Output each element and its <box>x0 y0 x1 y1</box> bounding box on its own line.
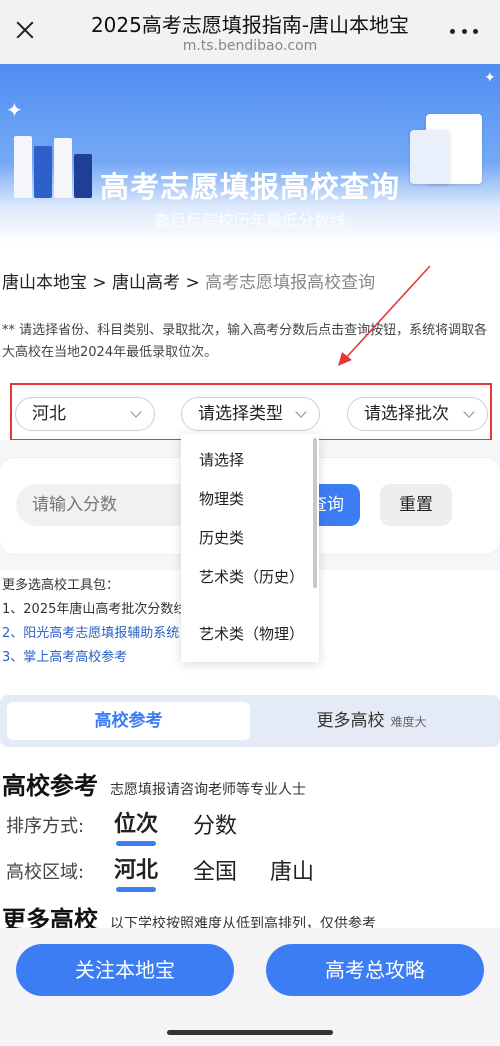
breadcrumb: 唐山本地宝 > 唐山高考 > 高考志愿填报高校查询 <box>2 268 375 293</box>
sort-option-rank[interactable]: 位次 <box>114 806 158 846</box>
region-option-hebei[interactable]: 河北 <box>114 852 158 892</box>
breadcrumb-separator: > <box>87 273 113 293</box>
batch-select-value: 请选择批次 <box>364 404 449 424</box>
type-select[interactable]: 请选择类型 <box>181 397 320 431</box>
close-icon[interactable] <box>10 14 42 46</box>
region-option-national[interactable]: 全国 <box>193 854 237 886</box>
home-indicator[interactable] <box>167 1030 333 1035</box>
dropdown-option[interactable]: 艺术类（历史） <box>199 567 304 587</box>
tool-link-batch-score[interactable]: 1、2025年唐山高考批次分数线 <box>2 598 186 622</box>
section-heading-reference: 高校参考 志愿填报请咨询老师等专业人士 <box>2 766 306 801</box>
page-title: 2025高考志愿填报指南-唐山本地宝 <box>90 13 410 37</box>
province-select[interactable]: 河北 <box>15 397 155 431</box>
top-nav-bar: 2025高考志愿填报指南-唐山本地宝 m.ts.bendibao.com <box>0 0 500 64</box>
section-title: 高校参考 <box>2 772 98 800</box>
tab-more-schools[interactable]: 更多高校 难度大 <box>250 702 493 740</box>
more-menu-icon[interactable] <box>450 29 478 35</box>
tools-list: 更多选高校工具包： 1、2025年唐山高考批次分数线 2、阳光高考志愿填报辅助系… <box>2 574 186 670</box>
dropdown-option[interactable]: 请选择 <box>199 450 299 470</box>
region-option-tangshan[interactable]: 唐山 <box>270 854 314 886</box>
sparkle-icon: ✦ <box>484 70 496 86</box>
tab-more-schools-label: 更多高校 <box>316 711 385 731</box>
chevron-down-icon <box>295 406 307 418</box>
dropdown-option[interactable]: 艺术类（物理） <box>199 624 304 644</box>
type-dropdown-list: 请选择 物理类 历史类 艺术类（历史） 艺术类（物理） <box>181 434 319 662</box>
bottom-action-bar: 关注本地宝 高考总攻略 <box>0 928 500 1046</box>
page-url: m.ts.bendibao.com <box>182 38 318 54</box>
sort-label: 排序方式: <box>6 816 85 837</box>
tools-heading: 更多选高校工具包： <box>2 578 120 593</box>
filter-selector-group: 河北 请选择类型 请选择批次 <box>10 383 492 441</box>
sort-options-row: 排序方式: <box>6 812 84 838</box>
follow-button[interactable]: 关注本地宝 <box>16 944 234 996</box>
breadcrumb-home[interactable]: 唐山本地宝 <box>2 273 87 293</box>
tool-link-zhangshang[interactable]: 3、掌上高考高校参考 <box>2 646 186 670</box>
chevron-down-icon <box>130 406 142 418</box>
dropdown-option[interactable]: 历史类 <box>199 528 299 548</box>
dropdown-scrollbar[interactable] <box>313 438 317 588</box>
annotation-arrow-icon <box>338 265 431 366</box>
province-select-value: 河北 <box>32 404 66 424</box>
sort-option-score[interactable]: 分数 <box>193 808 237 840</box>
banner-subtitle: 查目标院校历年最低分数线 <box>153 211 346 230</box>
tab-school-reference[interactable]: 高校参考 <box>7 702 250 740</box>
section-description: 志愿填报请咨询老师等专业人士 <box>110 782 306 798</box>
reset-button[interactable]: 重置 <box>380 484 452 526</box>
hero-banner: ✦ ✦ 高考志愿填报高校查询 查目标院校历年最低分数线 <box>0 64 500 244</box>
result-tabs: 高校参考 更多高校 难度大 <box>0 695 500 747</box>
banner-title: 高考志愿填报高校查询 <box>99 170 400 204</box>
breadcrumb-gaokao[interactable]: 唐山高考 <box>112 273 180 293</box>
breadcrumb-separator: > <box>180 273 206 293</box>
type-select-value: 请选择类型 <box>198 404 283 424</box>
sparkle-icon: ✦ <box>6 98 23 122</box>
dropdown-option[interactable]: 物理类 <box>199 489 299 509</box>
batch-select[interactable]: 请选择批次 <box>347 397 488 431</box>
difficulty-hint: 难度大 <box>390 715 427 729</box>
region-options-row: 高校区域: <box>6 858 84 884</box>
tool-link-sunshine[interactable]: 2、阳光高考志愿填报辅助系统 <box>2 622 186 646</box>
region-label: 高校区域: <box>6 862 85 883</box>
chevron-down-icon <box>463 406 475 418</box>
guide-button[interactable]: 高考总攻略 <box>266 944 484 996</box>
